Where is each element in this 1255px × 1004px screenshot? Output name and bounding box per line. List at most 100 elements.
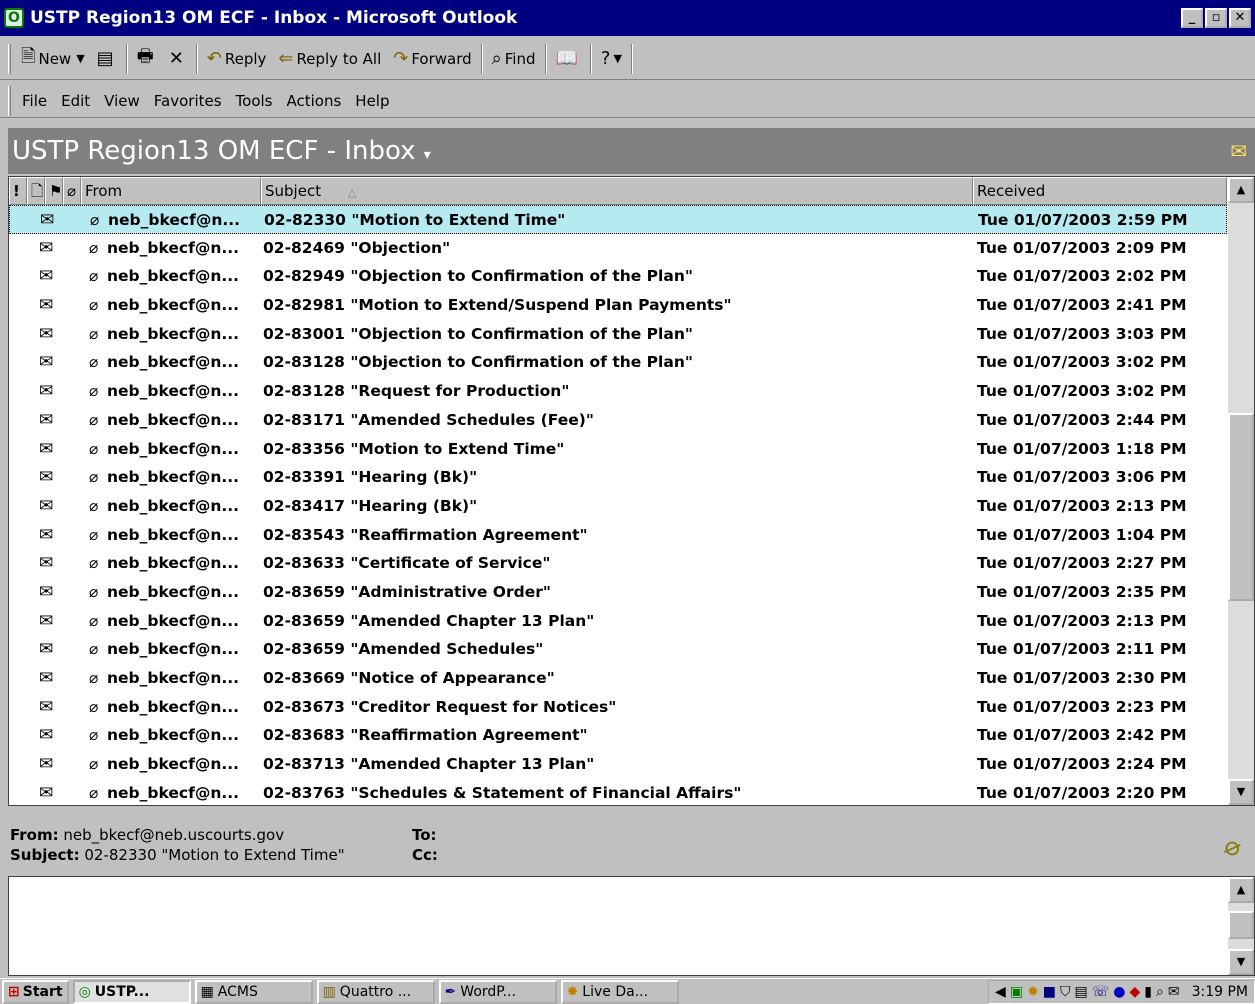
address-book-button[interactable]: 📖 (550, 43, 587, 75)
new-button[interactable]: 🗎 New ▼ (15, 43, 91, 75)
menu-help[interactable]: Help (348, 92, 396, 110)
menu-view[interactable]: View (97, 92, 147, 110)
phone-icon[interactable]: ☏ (1092, 984, 1110, 1000)
item-type-column-icon[interactable]: 🗋 (27, 177, 45, 205)
message-row[interactable]: ✉ ⌀ neb_bkecf@n... 02-83128 "Objection to C… (9, 348, 1227, 377)
mail-icon[interactable]: ✉ (1168, 984, 1180, 1000)
preview-scroll-thumb[interactable] (1228, 911, 1254, 939)
preview-scrollbar[interactable]: ▲ ▼ (1228, 877, 1254, 975)
message-from: neb_bkecf@n... (107, 726, 240, 745)
flag-column-icon[interactable]: ⚑ (45, 177, 63, 205)
message-row[interactable]: ✉ ⌀ neb_bkecf@n... 02-82981 "Motion to Exte… (9, 291, 1227, 320)
task-live-data[interactable]: ✸ Live Da... (560, 979, 679, 1004)
delete-button[interactable]: ✕ (163, 43, 193, 75)
antivirus-icon[interactable]: ✹ (1027, 984, 1039, 1000)
message-row[interactable]: ✉ ⌀ neb_bkecf@n... 02-82330 "Motion to Exte… (9, 205, 1227, 234)
message-row[interactable]: ✉ ⌀ neb_bkecf@n... 02-83633 "Certificate of… (9, 549, 1227, 578)
attachment-column-icon[interactable]: ⌀ (63, 177, 81, 205)
alert-icon[interactable]: ◆ (1130, 984, 1141, 1000)
message-received: Tue 01/07/2003 3:02 PM (977, 353, 1187, 372)
message-row[interactable]: ✉ ⌀ neb_bkecf@n... 02-83659 "Amended Chapte… (9, 607, 1227, 636)
importance-column-icon[interactable]: ! (9, 177, 27, 205)
preview-scroll-up-button[interactable]: ▲ (1228, 877, 1254, 903)
scroll-down-button[interactable]: ▼ (1228, 779, 1254, 805)
outlook-app-icon[interactable]: O (4, 8, 24, 28)
task-outlook[interactable]: ◎ USTP... (72, 979, 191, 1004)
close-button[interactable]: ✕ (1229, 8, 1251, 28)
message-row[interactable]: ✉ ⌀ neb_bkecf@n... 02-83543 "Reaffirmation … (9, 521, 1227, 550)
message-received: Tue 01/07/2003 2:42 PM (977, 726, 1187, 745)
column-received[interactable]: Received (973, 177, 1227, 205)
message-row[interactable]: ✉ ⌀ neb_bkecf@n... 02-83673 "Creditor Reque… (9, 693, 1227, 722)
column-subject[interactable]: Subject △ (261, 177, 973, 205)
message-row[interactable]: ✉ ⌀ neb_bkecf@n... 02-83171 "Amended Schedu… (9, 406, 1227, 435)
preview-scroll-down-button[interactable]: ▼ (1228, 949, 1254, 975)
message-list-scrollbar[interactable]: ▲ ▼ (1228, 177, 1254, 805)
scroll-up-button[interactable]: ▲ (1228, 177, 1254, 203)
chevron-down-icon[interactable]: ▼ (76, 52, 84, 65)
message-received: Tue 01/07/2003 1:18 PM (977, 439, 1187, 458)
maximize-button[interactable]: ▫ (1205, 8, 1227, 28)
menu-file[interactable]: File (15, 92, 54, 110)
toolbar-grip[interactable] (8, 43, 11, 74)
move-to-folder-button[interactable]: ▤ (91, 43, 123, 75)
network-icon[interactable]: ▣ (1010, 984, 1023, 1000)
message-row[interactable]: ✉ ⌀ neb_bkecf@n... 02-83713 "Amended Chapte… (9, 750, 1227, 779)
task-wordperfect[interactable]: ✒ WordP... (438, 979, 557, 1004)
envelope-icon: ✉ (39, 581, 54, 602)
task-quattro[interactable]: ▥ Quattro ... (316, 979, 435, 1004)
task-wordperfect-label: WordP... (460, 983, 516, 1000)
preview-from-value[interactable]: neb_bkecf@neb.uscourts.gov (63, 826, 284, 844)
message-row[interactable]: ✉ ⌀ neb_bkecf@n... 02-83763 "Schedules & St… (9, 779, 1227, 805)
volume-icon[interactable]: ◀ (995, 984, 1006, 1000)
sort-ascending-icon: △ (347, 186, 357, 199)
scroll-thumb[interactable] (1228, 413, 1254, 601)
message-row[interactable]: ✉ ⌀ neb_bkecf@n... 02-82949 "Objection to C… (9, 262, 1227, 291)
task-acms[interactable]: ▦ ACMS (194, 979, 313, 1004)
message-row[interactable]: ✉ ⌀ neb_bkecf@n... 02-83128 "Request for Pr… (9, 377, 1227, 406)
globe-icon[interactable]: ● (1113, 984, 1125, 1000)
paperclip-icon[interactable]: ⌀ (1221, 830, 1246, 864)
help-button[interactable]: ? ▼ (595, 43, 628, 75)
message-row[interactable]: ✉ ⌀ neb_bkecf@n... 02-83417 "Hearing (Bk)" T… (9, 492, 1227, 521)
folder-title-dropdown[interactable]: USTP Region13 OM ECF - Inbox ▾ (12, 136, 1230, 166)
find-button[interactable]: ⌕ Find (486, 43, 542, 75)
outlook-task-icon: ◎ (78, 983, 91, 1000)
menu-edit[interactable]: Edit (54, 92, 97, 110)
monitor-icon[interactable]: ■ (1043, 984, 1056, 1000)
message-row[interactable]: ✉ ⌀ neb_bkecf@n... 02-83659 "Administrative… (9, 578, 1227, 607)
reply-all-button[interactable]: ⇐ Reply to All (272, 43, 387, 75)
menu-actions[interactable]: Actions (280, 92, 349, 110)
message-row[interactable]: ✉ ⌀ neb_bkecf@n... 02-83659 "Amended Schedu… (9, 635, 1227, 664)
message-row[interactable]: ✉ ⌀ neb_bkecf@n... 02-83356 "Motion to Exte… (9, 435, 1227, 464)
shield-icon[interactable]: ⛉ (1060, 984, 1071, 1000)
message-row[interactable]: ✉ ⌀ neb_bkecf@n... 02-83001 "Objection to C… (9, 320, 1227, 349)
menu-favorites[interactable]: Favorites (147, 92, 229, 110)
print-button[interactable]: 🖶 (131, 43, 163, 75)
envelope-icon: ✉ (39, 725, 54, 746)
calendar-icon[interactable]: ▤ (1075, 984, 1088, 1000)
battery-icon[interactable]: ▮ (1144, 984, 1152, 1000)
reply-button[interactable]: ↶ Reply (201, 43, 273, 75)
message-received: Tue 01/07/2003 3:03 PM (977, 324, 1187, 343)
folder-icon: ✉ (1230, 139, 1247, 163)
start-button[interactable]: ⊞ Start (2, 979, 69, 1004)
new-mail-icon: 🗎 (21, 45, 36, 67)
attachment-icon: ⌀ (89, 496, 99, 515)
attachment-icon: ⌀ (89, 267, 99, 286)
column-from[interactable]: From (81, 177, 261, 205)
message-row[interactable]: ✉ ⌀ neb_bkecf@n... 02-82469 "Objection" Tue … (9, 234, 1227, 263)
message-row[interactable]: ✉ ⌀ neb_bkecf@n... 02-83391 "Hearing (Bk)" T… (9, 463, 1227, 492)
message-from: neb_bkecf@n... (107, 783, 240, 802)
message-row[interactable]: ✉ ⌀ neb_bkecf@n... 02-83683 "Reaffirmation … (9, 721, 1227, 750)
minimize-button[interactable]: _ (1181, 8, 1203, 28)
menu-bar: File Edit View Favorites Tools Actions H… (0, 84, 1255, 118)
forward-button[interactable]: ↷ Forward (387, 43, 477, 75)
message-row[interactable]: ✉ ⌀ neb_bkecf@n... 02-83669 "Notice of Appe… (9, 664, 1227, 693)
preview-body[interactable]: ▲ ▼ (8, 876, 1255, 976)
message-list[interactable]: ! 🗋 ⚑ ⌀ From Subject △ Received ✉ ⌀ neb_bk… (8, 176, 1255, 806)
quattro-task-icon: ▥ (322, 983, 336, 1000)
menu-tools[interactable]: Tools (229, 92, 280, 110)
envelope-icon: ✉ (39, 323, 54, 344)
search-icon[interactable]: ⌕ (1156, 984, 1164, 1000)
